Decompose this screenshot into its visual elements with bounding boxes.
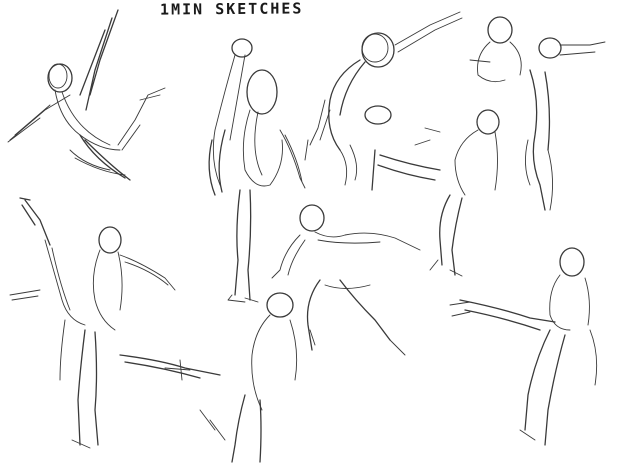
sketch-sheet: 1MIN SKETCHES (0, 0, 620, 465)
gesture-figure-low-kick (119, 292, 298, 463)
gesture-figure-crouch (271, 204, 421, 356)
sketch-canvas (7, 9, 606, 463)
gesture-figure-axe-kick (9, 197, 176, 449)
gesture-figure-roundhouse (449, 247, 598, 446)
gesture-figure-side-kick (469, 16, 606, 211)
gesture-figure-punch (304, 11, 463, 186)
gesture-figure-front-kick (371, 109, 500, 277)
gesture-figure-high-kick-standing (208, 38, 306, 303)
gesture-figure-leap (7, 9, 166, 181)
